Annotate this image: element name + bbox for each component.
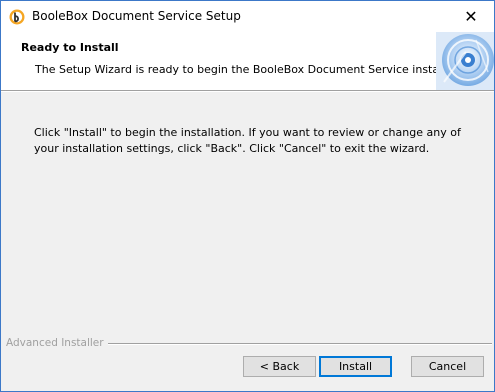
booleBox-app-icon bbox=[9, 9, 25, 25]
title-bar[interactable]: BooleBox Document Service Setup ✕ bbox=[1, 1, 494, 32]
window-title: BooleBox Document Service Setup bbox=[32, 9, 241, 23]
install-button[interactable]: Install bbox=[319, 356, 392, 377]
back-button[interactable]: < Back bbox=[243, 356, 316, 377]
cancel-button[interactable]: Cancel bbox=[411, 356, 484, 377]
close-button[interactable]: ✕ bbox=[448, 1, 494, 32]
installer-brand-label: Advanced Installer bbox=[6, 337, 108, 349]
close-icon: ✕ bbox=[464, 7, 478, 26]
brand-divider: Advanced Installer bbox=[6, 337, 494, 351]
page-subtitle: The Setup Wizard is ready to begin the B… bbox=[35, 63, 474, 76]
page-title: Ready to Install bbox=[21, 41, 119, 54]
installer-disc-graphic bbox=[436, 32, 494, 90]
instructions-text: Click "Install" to begin the installatio… bbox=[34, 126, 461, 155]
header-separator bbox=[1, 91, 494, 92]
wizard-header: Ready to Install The Setup Wizard is rea… bbox=[1, 32, 494, 91]
setup-wizard-window: BooleBox Document Service Setup ✕ Ready … bbox=[0, 0, 495, 392]
